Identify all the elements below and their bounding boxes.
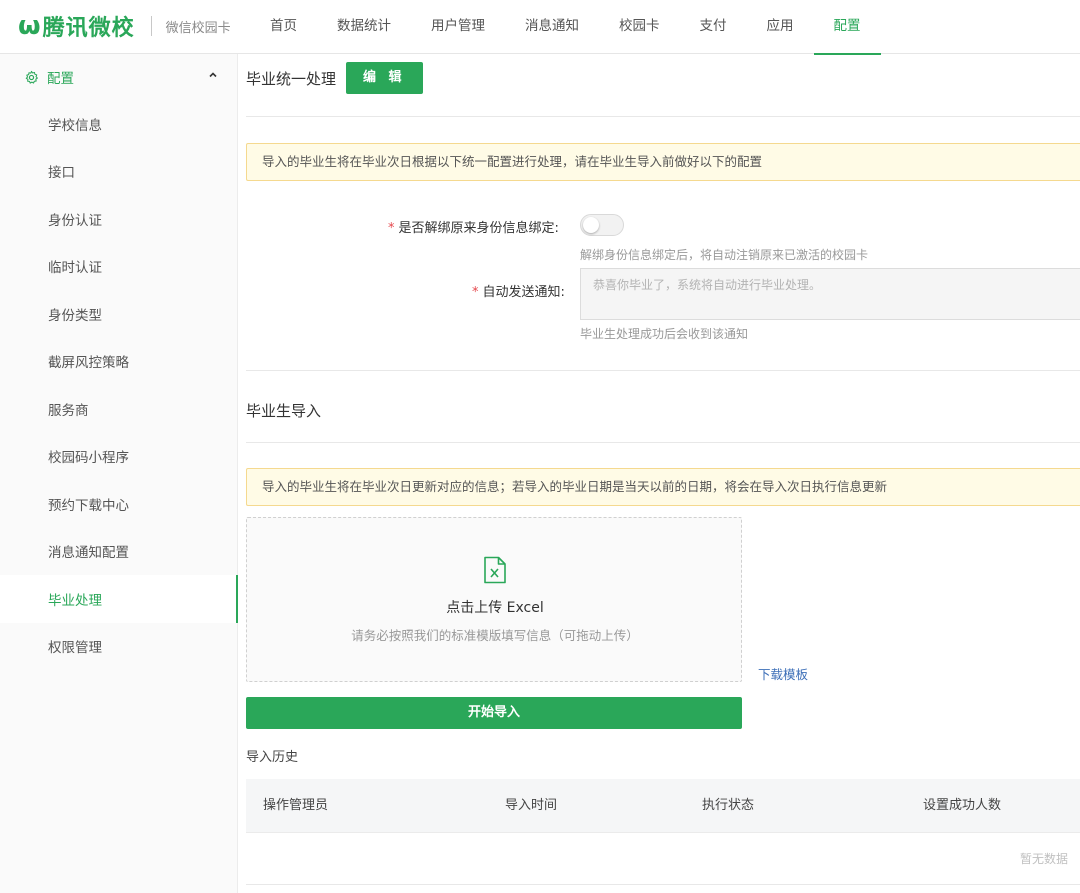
sidebar-group-label: 配置 [47,71,74,87]
notify-label: * 自动发送通知: [472,281,565,300]
nav-home[interactable]: 首页 [250,0,317,54]
divider [246,116,1080,117]
sidebar-item-campus-code[interactable]: 校园码小程序 [0,433,237,481]
import-title: 毕业生导入 [246,402,322,420]
sidebar-item-identity-type[interactable]: 身份类型 [0,290,237,338]
sidebar-item-permissions[interactable]: 权限管理 [0,623,237,671]
required-mark: * [388,221,395,236]
notify-label-text: 自动发送通知: [482,285,565,300]
sidebar-item-school-info[interactable]: 学校信息 [0,100,237,148]
import-notice: 导入的毕业生将在毕业次日更新对应的信息；若导入的毕业日期是当天以前的日期，将会在… [246,468,1080,506]
sidebar-group-config[interactable]: 配置 [0,54,237,100]
import-section-header: 毕业生导入 [246,400,321,421]
nav-config[interactable]: 配置 [813,0,881,55]
notify-help-text: 毕业生处理成功后会收到该通知 [580,327,749,341]
sidebar-item-service-provider[interactable]: 服务商 [0,385,237,433]
divider [246,442,1080,443]
product-name: 微信校园卡 [165,20,231,36]
nav-messages[interactable]: 消息通知 [505,0,599,54]
download-template-link[interactable]: 下载模板 [758,664,808,683]
brand-name: 腾讯微校 [42,16,135,41]
upload-hint: 请务必按照我们的标准模版填写信息（可拖动上传） [351,628,639,643]
sidebar-item-download-center[interactable]: 预约下载中心 [0,480,237,528]
gear-icon [25,70,38,84]
excel-upload-dropzone[interactable]: 点击上传 Excel 请务必按照我们的标准模版填写信息（可拖动上传） [246,517,742,682]
brand-mark: ѡ [18,11,41,41]
divider [246,370,1080,371]
nav-users[interactable]: 用户管理 [411,0,505,54]
sidebar-item-interface[interactable]: 接口 [0,148,237,196]
graduation-notice: 导入的毕业生将在毕业次日根据以下统一配置进行处理，请在毕业生导入前做好以下的配置 [246,143,1080,181]
required-mark: * [472,285,479,300]
unbind-toggle[interactable] [580,214,624,236]
start-import-button[interactable]: 开始导入 [246,697,742,729]
nav-statistics[interactable]: 数据统计 [317,0,411,54]
graduation-title: 毕业统一处理 [246,69,337,88]
table-bottom-border [246,884,1080,885]
column-header-status: 执行状态 [702,798,755,813]
main-content: 毕业统一处理 编 辑 导入的毕业生将在毕业次日根据以下统一配置进行处理，请在毕业… [246,54,1080,893]
unbind-label: * 是否解绑原来身份信息绑定: [388,217,559,236]
nav-payment[interactable]: 支付 [680,0,747,54]
chevron-up-icon [209,72,217,78]
brand-divider [150,16,152,36]
sidebar-item-graduation[interactable]: 毕业处理 [0,575,238,623]
column-header-success-count: 设置成功人数 [923,798,1002,813]
notify-message-field[interactable]: 恭喜你毕业了，系统将自动进行毕业处理。 [580,268,1080,320]
import-history-title: 导入历史 [246,750,299,765]
sidebar-item-temp-auth[interactable]: 临时认证 [0,243,237,291]
nav-apps[interactable]: 应用 [747,0,814,54]
sidebar-item-identity-auth[interactable]: 身份认证 [0,195,237,243]
history-table-header: 操作管理员 导入时间 执行状态 设置成功人数 [246,779,1080,833]
top-header: ѡ 腾讯微校 微信校园卡 首页 数据统计 用户管理 消息通知 校园卡 支付 应用… [0,0,1080,55]
edit-button[interactable]: 编 辑 [346,62,423,94]
sidebar-item-message-config[interactable]: 消息通知配置 [0,528,237,576]
unbind-help-text: 解绑身份信息绑定后，将自动注销原来已激活的校园卡 [580,248,869,262]
sidebar: 配置 学校信息 接口 身份认证 临时认证 身份类型 截屏风控策略 服务商 校园码… [0,54,238,893]
column-header-admin: 操作管理员 [263,798,329,813]
unbind-label-text: 是否解绑原来身份信息绑定: [398,221,559,236]
upload-title: 点击上传 Excel [446,600,544,616]
sidebar-item-screenshot-policy[interactable]: 截屏风控策略 [0,338,237,386]
graduation-section-header: 毕业统一处理 编 辑 [246,62,423,94]
brand-logo[interactable]: ѡ 腾讯微校 微信校园卡 [18,11,231,41]
top-nav: 首页 数据统计 用户管理 消息通知 校园卡 支付 应用 配置 [250,0,881,55]
column-header-import-time: 导入时间 [505,798,558,813]
nav-campus-card[interactable]: 校园卡 [599,0,680,54]
excel-file-icon [484,556,506,584]
empty-state-text: 暂无数据 [1020,852,1069,866]
